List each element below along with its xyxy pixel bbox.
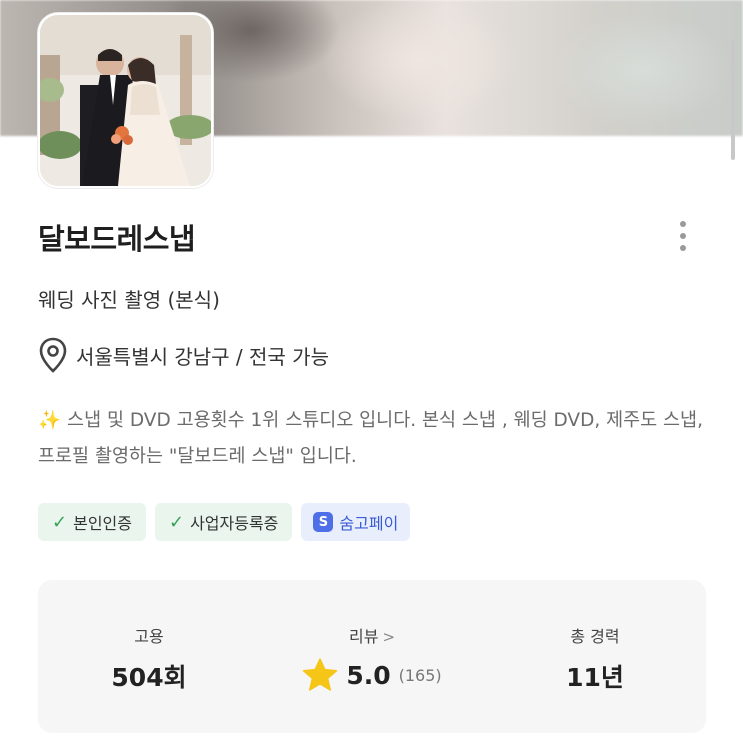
star-icon <box>303 658 338 691</box>
check-icon: ✓ <box>168 511 185 533</box>
review-count: (165) <box>398 665 442 685</box>
stat-hire-value: 504회 <box>111 663 187 692</box>
check-icon: ✓ <box>52 511 68 533</box>
location-row: 서울특별시 강남구 / 전국 가능 <box>38 337 329 373</box>
stat-review-label: 리뷰 <box>348 627 379 646</box>
service-category: 웨딩 사진 촬영 (본식) <box>38 288 220 312</box>
chevron-right-icon: > <box>382 628 396 646</box>
review-link[interactable]: 리뷰 > <box>261 623 483 647</box>
soomgo-pay-icon: S <box>313 512 334 532</box>
review-rating: 5.0 <box>346 660 391 690</box>
profile-description: ✨ 스냅 및 DVD 고용횟수 1위 스튜디오 입니다. 본식 스냅 , 웨딩 D… <box>38 403 708 475</box>
badge-label: 본인인증 <box>73 514 132 533</box>
more-vertical-icon[interactable] <box>666 212 700 260</box>
stat-hire-label: 고용 <box>134 627 164 646</box>
profile-avatar[interactable] <box>38 13 213 188</box>
badge-label: 숨고페이 <box>339 514 399 533</box>
wedding-photo <box>40 15 211 186</box>
badge-identity-verified: ✓ 본인인증 <box>38 503 146 541</box>
description-text: 스냅 및 DVD 고용횟수 1위 스튜디오 입니다. 본식 스냅 , 웨딩 DV… <box>38 410 703 467</box>
scrollbar[interactable] <box>731 40 735 160</box>
location-pin-icon <box>39 337 67 373</box>
location-text: 서울특별시 강남구 / 전국 가능 <box>76 344 329 369</box>
review-rating-row: 5.0 (165) <box>261 658 483 692</box>
stat-career-label: 총 경력 <box>570 627 620 646</box>
badge-soomgo-pay: S 숨고페이 <box>301 503 411 541</box>
stats-panel: 고용 504회 리뷰 > 5.0 (165) 총 경력 11년 <box>38 580 706 733</box>
verification-badges: ✓ 본인인증 ✓ 사업자등록증 S 숨고페이 <box>38 503 411 541</box>
badge-label: 사업자등록증 <box>190 514 279 533</box>
sparkle-icon: ✨ <box>38 410 62 431</box>
badge-business-registered: ✓ 사업자등록증 <box>154 503 293 541</box>
stat-career-value: 11년 <box>566 663 624 692</box>
expert-name: 달보드레스냅 <box>38 222 196 256</box>
